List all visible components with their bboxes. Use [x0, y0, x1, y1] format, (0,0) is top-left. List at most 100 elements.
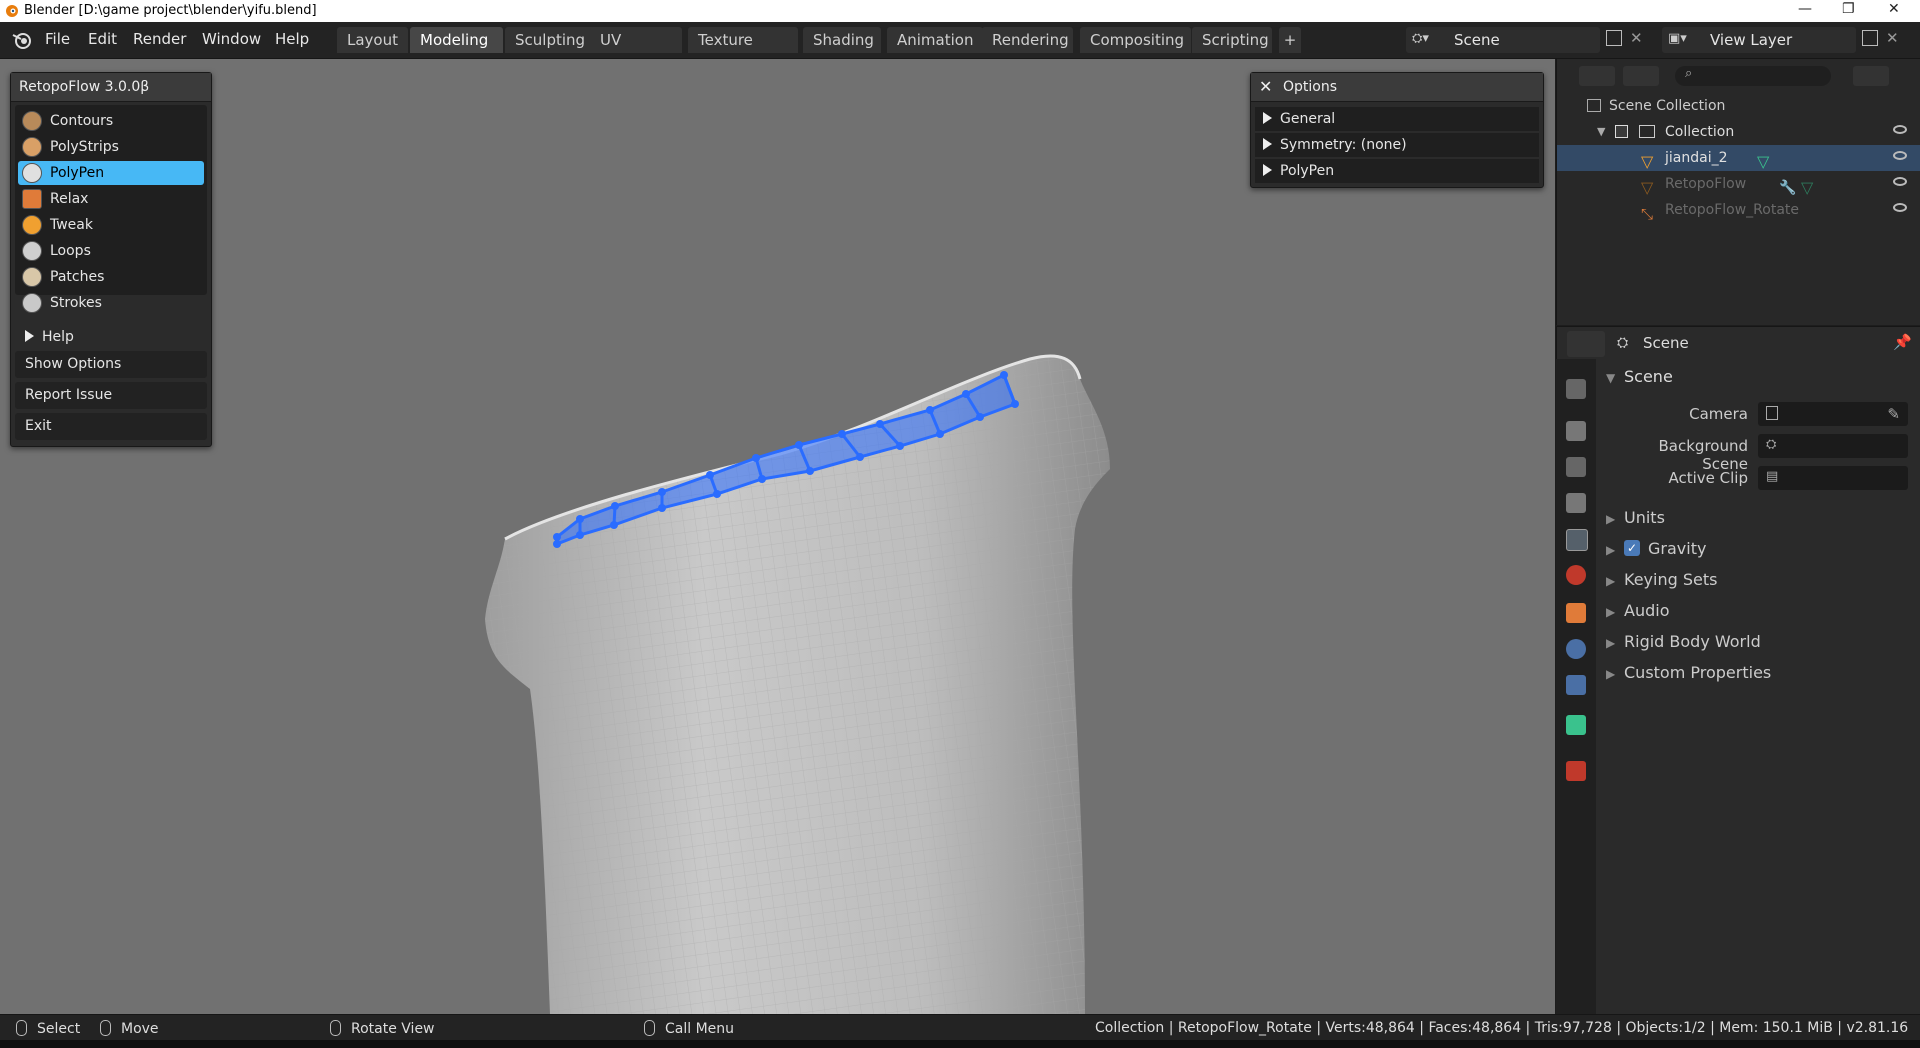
- display-mode-icon[interactable]: [1579, 66, 1615, 86]
- custom-properties-panel-header[interactable]: ▶ Custom Properties: [1606, 663, 1771, 682]
- tab-uv-editing[interactable]: UV Editing: [590, 27, 682, 75]
- new-collection-icon[interactable]: [1897, 66, 1913, 86]
- tool-tweak[interactable]: Tweak: [18, 213, 204, 237]
- taskbar-strip: [0, 1040, 1920, 1048]
- tab-modeling[interactable]: Modeling: [410, 27, 503, 53]
- tab-rendering[interactable]: Rendering: [982, 27, 1073, 53]
- menu-file[interactable]: File: [45, 30, 70, 48]
- new-scene-icon[interactable]: [1606, 30, 1622, 46]
- filter-icon[interactable]: [1853, 66, 1889, 86]
- gravity-checkbox-icon[interactable]: ✓: [1624, 540, 1640, 556]
- menu-window[interactable]: Window: [202, 30, 261, 48]
- add-workspace-button[interactable]: +: [1279, 27, 1301, 53]
- retopoflow-panel[interactable]: RetopoFlow 3.0.0β Contours PolyStrips Po…: [10, 72, 212, 447]
- scene-panel-header[interactable]: ▼ Scene: [1606, 367, 1673, 386]
- visibility-eye-icon[interactable]: [1893, 125, 1907, 134]
- tool-loops[interactable]: Loops: [18, 239, 204, 263]
- show-options-button[interactable]: Show Options: [15, 351, 207, 378]
- render-tab-icon[interactable]: [1566, 421, 1586, 441]
- options-symmetry[interactable]: Symmetry: (none): [1255, 133, 1539, 157]
- active-clip-field[interactable]: ▤: [1758, 466, 1908, 490]
- checkbox-icon[interactable]: [1615, 125, 1628, 138]
- tool-tab-icon[interactable]: [1566, 379, 1586, 399]
- outliner-search-input[interactable]: ⌕: [1675, 66, 1831, 86]
- delete-view-layer-icon[interactable]: ✕: [1886, 29, 1899, 47]
- units-panel-header[interactable]: ▶ Units: [1606, 508, 1665, 527]
- tool-contours[interactable]: Contours: [18, 109, 204, 133]
- outliner-object-jiandai[interactable]: ▽ jiandai_2 ▽: [1557, 145, 1920, 171]
- outliner-collection[interactable]: ▼ Collection: [1557, 119, 1920, 145]
- new-view-layer-icon[interactable]: [1862, 30, 1878, 46]
- exit-button[interactable]: Exit: [15, 413, 207, 440]
- visibility-eye-icon[interactable]: [1893, 177, 1907, 186]
- material-tab-icon[interactable]: [1566, 761, 1586, 781]
- report-issue-button[interactable]: Report Issue: [15, 382, 207, 409]
- options-panel[interactable]: ✕ Options General Symmetry: (none) PolyP…: [1250, 72, 1544, 188]
- tab-texture-paint[interactable]: Texture Paint: [688, 27, 798, 75]
- rigid-body-world-panel-header[interactable]: ▶ Rigid Body World: [1606, 632, 1761, 651]
- tool-relax[interactable]: Relax: [18, 187, 204, 211]
- options-title[interactable]: ✕ Options: [1251, 73, 1543, 102]
- camera-label: Camera: [1689, 405, 1748, 423]
- editor-type-icon[interactable]: [1567, 331, 1605, 357]
- outliner-object-retopoflow-rotate[interactable]: ⤡ RetopoFlow_Rotate: [1557, 197, 1920, 223]
- object-tab-icon[interactable]: [1566, 603, 1586, 623]
- physics-tab-icon[interactable]: [1566, 639, 1586, 659]
- scene-context-icon: ⛭: [1617, 335, 1629, 351]
- tool-strokes[interactable]: Strokes: [18, 291, 204, 315]
- delete-scene-icon[interactable]: ✕: [1630, 29, 1643, 47]
- tool-polypen[interactable]: PolyPen: [18, 161, 204, 185]
- scene-icon: ⛭: [1766, 437, 1777, 452]
- camera-field[interactable]: ✎: [1758, 402, 1908, 426]
- close-options-icon[interactable]: ✕: [1259, 73, 1272, 101]
- menu-help[interactable]: Help: [275, 30, 309, 48]
- tab-scripting[interactable]: Scripting: [1192, 27, 1272, 53]
- help-toggle[interactable]: Help: [15, 324, 207, 351]
- menu-render[interactable]: Render: [133, 30, 186, 48]
- scene-name: Scene: [1454, 31, 1500, 49]
- tool-polystrips[interactable]: PolyStrips: [18, 135, 204, 159]
- pin-icon[interactable]: 📌: [1893, 333, 1912, 351]
- view-layer-selector[interactable]: ▣▾ View Layer ✕: [1662, 27, 1899, 53]
- retopoflow-tool-list: Contours PolyStrips PolyPen Relax Tweak …: [15, 105, 207, 313]
- outliner-scene-collection[interactable]: Scene Collection: [1557, 93, 1920, 119]
- tab-shading[interactable]: Shading: [803, 27, 881, 53]
- world-tab-icon[interactable]: [1566, 565, 1586, 585]
- mouse-middle-icon: [330, 1020, 341, 1036]
- collapse-arrow-icon[interactable]: ▼: [1597, 119, 1605, 145]
- tab-animation[interactable]: Animation: [887, 27, 983, 53]
- options-polypen[interactable]: PolyPen: [1255, 159, 1539, 183]
- visibility-eye-icon[interactable]: [1893, 203, 1907, 212]
- camera-object-icon: [1766, 406, 1778, 420]
- filter-mode-icon[interactable]: [1623, 66, 1659, 86]
- tab-compositing[interactable]: Compositing: [1080, 27, 1191, 53]
- minimize-icon[interactable]: —: [1798, 1, 1812, 17]
- audio-panel-header[interactable]: ▶ Audio: [1606, 601, 1669, 620]
- menu-edit[interactable]: Edit: [88, 30, 117, 48]
- restore-icon[interactable]: ❐: [1842, 1, 1855, 17]
- keying-sets-panel-header[interactable]: ▶ Keying Sets: [1606, 570, 1717, 589]
- scene-tab-icon[interactable]: [1566, 529, 1588, 551]
- 3d-viewport[interactable]: [0, 59, 1555, 1014]
- close-icon[interactable]: ✕: [1888, 1, 1900, 17]
- visibility-eye-icon[interactable]: [1893, 151, 1907, 160]
- data-tab-icon[interactable]: [1566, 715, 1586, 735]
- tab-layout[interactable]: Layout: [337, 27, 408, 53]
- gravity-panel-header[interactable]: ▶ ✓ Gravity: [1606, 539, 1706, 558]
- tool-patches[interactable]: Patches: [18, 265, 204, 289]
- eyedropper-icon[interactable]: ✎: [1887, 405, 1900, 423]
- view-layer-tab-icon[interactable]: [1566, 493, 1586, 513]
- patches-icon: [22, 267, 42, 287]
- properties-tab-bar: [1556, 359, 1596, 1014]
- scene-selector[interactable]: ⛭▾ Scene ✕: [1406, 27, 1643, 53]
- tab-sculpting[interactable]: Sculpting: [505, 27, 597, 53]
- expand-triangle-icon: [1263, 164, 1272, 176]
- constraints-tab-icon[interactable]: [1566, 675, 1586, 695]
- blender-logo-icon: [6, 5, 18, 17]
- output-tab-icon[interactable]: [1566, 457, 1586, 477]
- blender-menu-icon[interactable]: [12, 31, 32, 49]
- retopoflow-title[interactable]: RetopoFlow 3.0.0β: [11, 73, 211, 102]
- background-scene-field[interactable]: ⛭: [1758, 434, 1908, 458]
- options-general[interactable]: General: [1255, 107, 1539, 131]
- outliner-object-retopoflow[interactable]: ▽ RetopoFlow 🔧 ▽: [1557, 171, 1920, 197]
